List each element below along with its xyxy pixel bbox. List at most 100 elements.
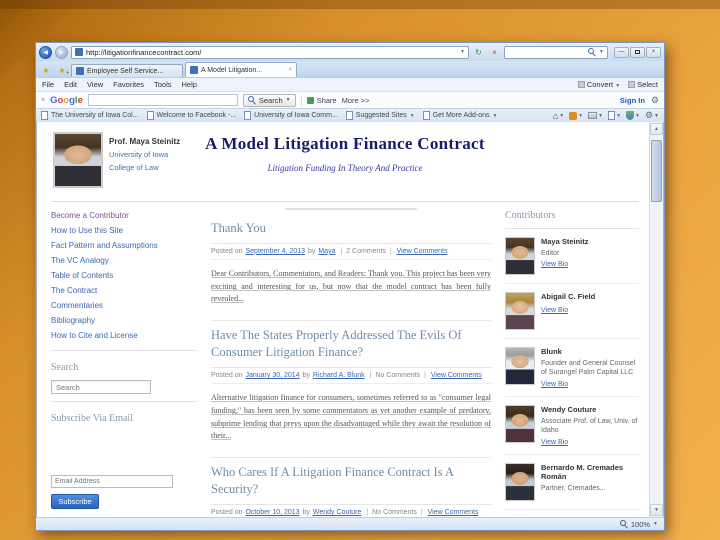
zoom-control[interactable]: 100% ▼ (619, 519, 658, 529)
back-button[interactable]: ◀ (39, 45, 52, 59)
safety-menu-button[interactable]: ▼ (626, 111, 640, 120)
sidebar-item-fact-pattern[interactable]: Fact Pattern and Assumptions (51, 241, 197, 250)
post-meta: Posted on October 10, 2013 by Wendy Cout… (211, 505, 491, 517)
chrome-search-box[interactable]: ▼ (504, 45, 608, 59)
chevron-down-icon: ▼ (285, 97, 291, 103)
tab-close-icon[interactable]: × (288, 67, 292, 73)
post-date-link[interactable]: September 4, 2013 (245, 248, 305, 255)
professor-college-link[interactable]: College of Law (109, 163, 180, 172)
post-author-link[interactable]: Wendy Couture (313, 509, 362, 516)
post-title[interactable]: Thank You (211, 214, 491, 244)
menu-edit[interactable]: Edit (64, 80, 77, 89)
home-button[interactable]: ⌂ ▼ (553, 111, 564, 121)
address-bar[interactable]: http://litigationfinancecontract.com/ ▼ (71, 45, 469, 59)
post-excerpt[interactable]: Dear Contributors, Commentators, and Rea… (211, 268, 491, 306)
tab-employee-self-service[interactable]: Employee Self Service... (71, 64, 183, 77)
scroll-up-button[interactable]: ▲ (650, 123, 663, 135)
sign-in-link[interactable]: Sign In (620, 96, 645, 105)
google-search-input[interactable] (87, 94, 238, 106)
professor-university-link[interactable]: University of Iowa (109, 150, 180, 159)
rss-icon (569, 111, 578, 120)
view-bio-link[interactable]: View Bio (541, 261, 589, 268)
post-date-link[interactable]: October 10, 2013 (245, 509, 299, 516)
sidebar-item-the-contract[interactable]: The Contract (51, 286, 197, 295)
tools-menu-button[interactable]: ⚙ ▼ (645, 110, 659, 121)
menu-help[interactable]: Help (182, 80, 197, 89)
forward-icon: ▶ (59, 49, 64, 56)
chevron-down-icon: ▼ (635, 112, 640, 119)
suggested-sites-button[interactable]: Suggested Sites ▼ (345, 111, 415, 120)
post-author-link[interactable]: Richard A. Blunk (313, 372, 365, 379)
view-bio-link[interactable]: View Bio (541, 439, 639, 446)
convert-button[interactable]: Convert ▼ (577, 80, 621, 89)
search-icon (247, 96, 256, 104)
feeds-button[interactable]: ▼ (569, 111, 584, 120)
contributor-card: Maya Steinitz Editor View Bio (505, 229, 639, 284)
menu-file[interactable]: File (42, 80, 54, 89)
stop-button[interactable]: × (488, 46, 501, 59)
convert-icon (577, 81, 585, 88)
contributor-name: Blunk (541, 347, 562, 356)
minimize-button[interactable]: — (614, 46, 629, 58)
sidebar-search-input[interactable] (51, 380, 151, 394)
address-dropdown-icon[interactable]: ▼ (460, 49, 465, 55)
restore-button[interactable] (630, 46, 645, 58)
tab-a-model-litigation[interactable]: A Model Litigation... × (185, 62, 297, 77)
favorites-button[interactable]: ★ (39, 64, 53, 77)
scroll-down-button[interactable]: ▼ (650, 504, 663, 516)
view-comments-link[interactable]: View Comments (428, 509, 479, 516)
star-icon: ★ (42, 66, 50, 75)
subscribe-button[interactable]: Subscribe (51, 494, 99, 509)
google-search-button[interactable]: Search ▼ (242, 93, 296, 107)
post-title[interactable]: Have The States Properly Addressed The E… (211, 321, 491, 369)
chevron-down-icon: ▼ (615, 83, 621, 89)
menu-view[interactable]: View (87, 80, 103, 89)
select-button[interactable]: Select (628, 80, 658, 89)
print-button[interactable]: ▼ (588, 112, 603, 119)
sidebar-item-become-a-contributor[interactable]: Become a Contributor (51, 211, 197, 220)
post-date-link[interactable]: January 30, 2014 (245, 372, 299, 379)
email-field[interactable] (51, 475, 173, 488)
chrome-search-input[interactable] (508, 48, 586, 56)
post-title[interactable]: Who Cares If A Litigation Finance Contra… (211, 458, 491, 505)
toolbar-divider (300, 94, 302, 106)
sidebar-item-how-to-use-this-site[interactable]: How to Use this Site (51, 226, 197, 235)
search-icon (588, 48, 596, 56)
page-menu-button[interactable]: ▼ (608, 111, 621, 120)
tab-favicon (190, 66, 198, 74)
web-page: Prof. Maya Steinitz University of Iowa C… (37, 122, 649, 517)
search-dropdown-icon[interactable]: ▼ (599, 49, 604, 55)
add-favorite-button[interactable]: ★ + (55, 64, 69, 77)
plus-icon: + (66, 70, 69, 76)
sidebar-item-bibliography[interactable]: Bibliography (51, 316, 197, 325)
toolbar-close-icon[interactable]: × (41, 97, 45, 104)
view-comments-link[interactable]: View Comments (431, 372, 482, 379)
gear-icon[interactable]: ⚙ (651, 95, 659, 106)
zoom-level: 100% (630, 519, 651, 529)
close-button[interactable]: × (646, 46, 661, 58)
blog-post-security: Who Cares If A Litigation Finance Contra… (211, 457, 491, 517)
chevron-down-icon: ▼ (578, 112, 584, 119)
page-scrollbar[interactable]: ▲ ▼ (649, 122, 663, 517)
favorites-item[interactable]: The University of Iowa Col... (41, 111, 139, 120)
sidebar-item-commentaries[interactable]: Commentaries (51, 301, 197, 310)
status-bar: 100% ▼ (36, 517, 664, 530)
menu-tools[interactable]: Tools (154, 80, 172, 89)
post-author-link[interactable]: Maya (318, 248, 335, 255)
view-bio-link[interactable]: View Bio (541, 381, 639, 388)
more-button[interactable]: More >> (342, 96, 370, 105)
favorites-item[interactable]: University of Iowa Comm... (244, 111, 338, 120)
view-bio-link[interactable]: View Bio (541, 307, 595, 314)
get-more-addons-button[interactable]: Get More Add-ons ▼ (422, 111, 498, 120)
favorites-item[interactable]: Welcome to Facebook -... (146, 111, 236, 120)
post-excerpt[interactable]: Alternative litigation finance for consu… (211, 392, 491, 443)
share-button[interactable]: Share (306, 96, 337, 105)
forward-button[interactable]: ▶ (55, 45, 68, 59)
view-comments-link[interactable]: View Comments (397, 248, 448, 255)
menu-favorites[interactable]: Favorites (113, 80, 144, 89)
sidebar-item-how-to-cite[interactable]: How to Cite and License (51, 331, 197, 340)
sidebar-item-vc-analogy[interactable]: The VC Analogy (51, 256, 197, 265)
refresh-button[interactable]: ↻ (472, 46, 485, 59)
scrollbar-thumb[interactable] (651, 140, 662, 202)
sidebar-item-table-of-contents[interactable]: Table of Contents (51, 271, 197, 280)
